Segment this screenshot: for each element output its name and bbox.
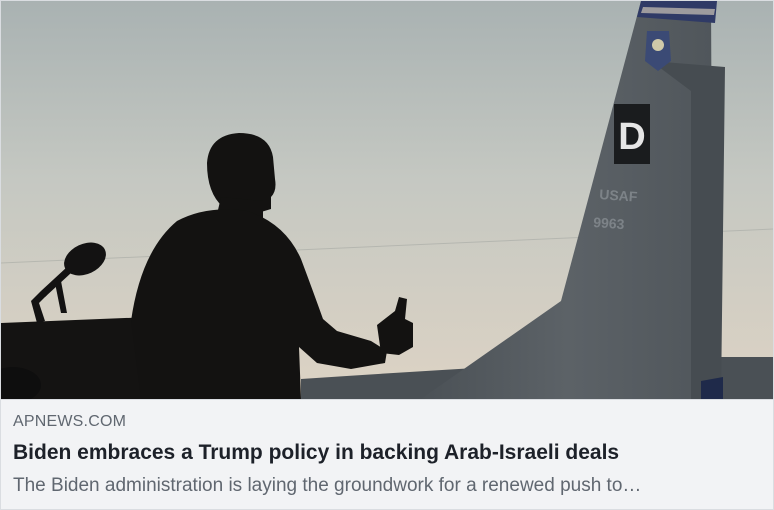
link-headline[interactable]: Biden embraces a Trump policy in backing… [13, 440, 761, 466]
link-domain: APNEWS.COM [13, 413, 127, 430]
link-preview-meta[interactable]: APNEWS.COM Biden embraces a Trump policy… [1, 399, 773, 509]
tail-marking-2: 9963 [593, 214, 625, 232]
tail-marking-1: USAF [599, 186, 639, 205]
news-photo: D USAF 9963 [1, 1, 773, 399]
link-preview-image[interactable]: D USAF 9963 [1, 1, 773, 399]
tail-letter: D [618, 116, 645, 158]
link-preview-card[interactable]: D USAF 9963 APNEWS.COM Biden embraces a … [0, 0, 774, 510]
link-description: The Biden administration is laying the g… [13, 475, 642, 496]
